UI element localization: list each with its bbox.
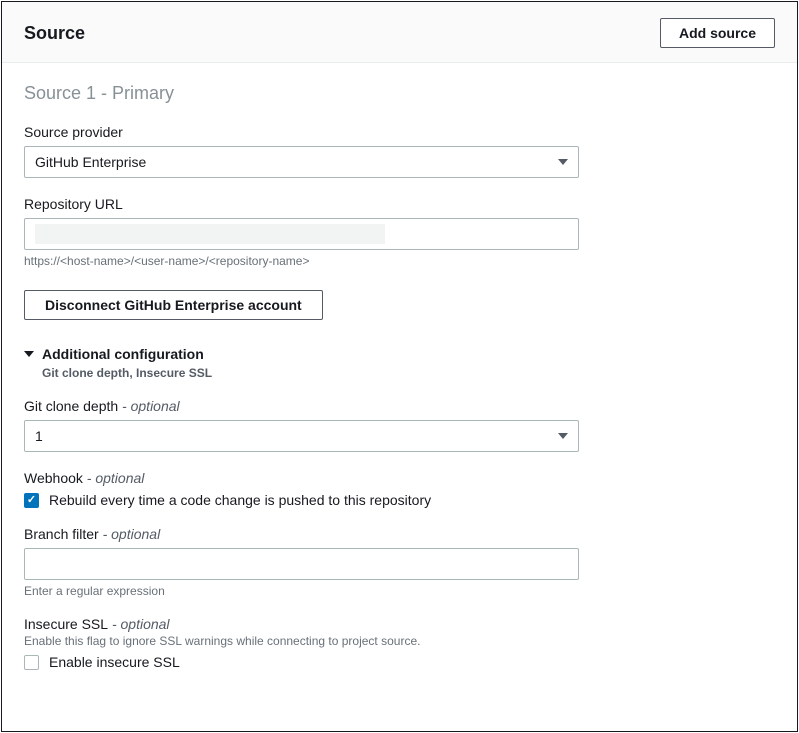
- panel-body: Source 1 - Primary Source provider GitHu…: [2, 63, 797, 696]
- section-title: Source 1 - Primary: [24, 83, 775, 104]
- insecure-ssl-checkbox[interactable]: [24, 655, 39, 670]
- insecure-ssl-field: Insecure SSL - optional Enable this flag…: [24, 616, 775, 670]
- git-clone-depth-select[interactable]: 1: [24, 420, 579, 452]
- branch-filter-input[interactable]: [24, 548, 579, 580]
- branch-filter-hint: Enter a regular expression: [24, 584, 775, 598]
- webhook-field: Webhook - optional ✓ Rebuild every time …: [24, 470, 775, 508]
- webhook-checkbox[interactable]: ✓: [24, 493, 39, 508]
- check-icon: ✓: [27, 495, 36, 506]
- source-provider-field: Source provider GitHub Enterprise: [24, 124, 775, 178]
- repository-url-label: Repository URL: [24, 196, 775, 212]
- git-clone-depth-label: Git clone depth - optional: [24, 398, 775, 414]
- branch-filter-label: Branch filter - optional: [24, 526, 775, 542]
- repository-url-input[interactable]: [24, 218, 579, 250]
- branch-filter-text[interactable]: [35, 556, 568, 572]
- branch-filter-field: Branch filter - optional Enter a regular…: [24, 526, 775, 598]
- repository-url-hint: https://<host-name>/<user-name>/<reposit…: [24, 254, 775, 268]
- caret-down-icon: [24, 351, 34, 357]
- webhook-checkbox-label: Rebuild every time a code change is push…: [49, 492, 431, 508]
- panel-title: Source: [24, 23, 85, 44]
- git-clone-depth-field: Git clone depth - optional 1: [24, 398, 775, 452]
- chevron-down-icon: [558, 433, 568, 439]
- git-clone-depth-value: 1: [35, 428, 43, 444]
- additional-config-subtitle: Git clone depth, Insecure SSL: [42, 366, 775, 380]
- insecure-ssl-hint: Enable this flag to ignore SSL warnings …: [24, 634, 775, 648]
- additional-config-expander: Additional configuration Git clone depth…: [24, 346, 775, 380]
- insecure-ssl-label: Insecure SSL - optional: [24, 616, 775, 632]
- panel-header: Source Add source: [2, 2, 797, 63]
- disconnect-button[interactable]: Disconnect GitHub Enterprise account: [24, 290, 323, 320]
- additional-config-toggle[interactable]: Additional configuration: [24, 346, 775, 362]
- chevron-down-icon: [558, 159, 568, 165]
- add-source-button[interactable]: Add source: [660, 18, 775, 48]
- source-provider-label: Source provider: [24, 124, 775, 140]
- insecure-ssl-checkbox-label: Enable insecure SSL: [49, 654, 180, 670]
- additional-config-title: Additional configuration: [42, 346, 204, 362]
- source-provider-select[interactable]: GitHub Enterprise: [24, 146, 579, 178]
- source-provider-value: GitHub Enterprise: [35, 154, 146, 170]
- repository-url-placeholder: [35, 224, 385, 244]
- repository-url-field: Repository URL https://<host-name>/<user…: [24, 196, 775, 268]
- source-panel: Source Add source Source 1 - Primary Sou…: [1, 1, 798, 732]
- webhook-label: Webhook - optional: [24, 470, 775, 486]
